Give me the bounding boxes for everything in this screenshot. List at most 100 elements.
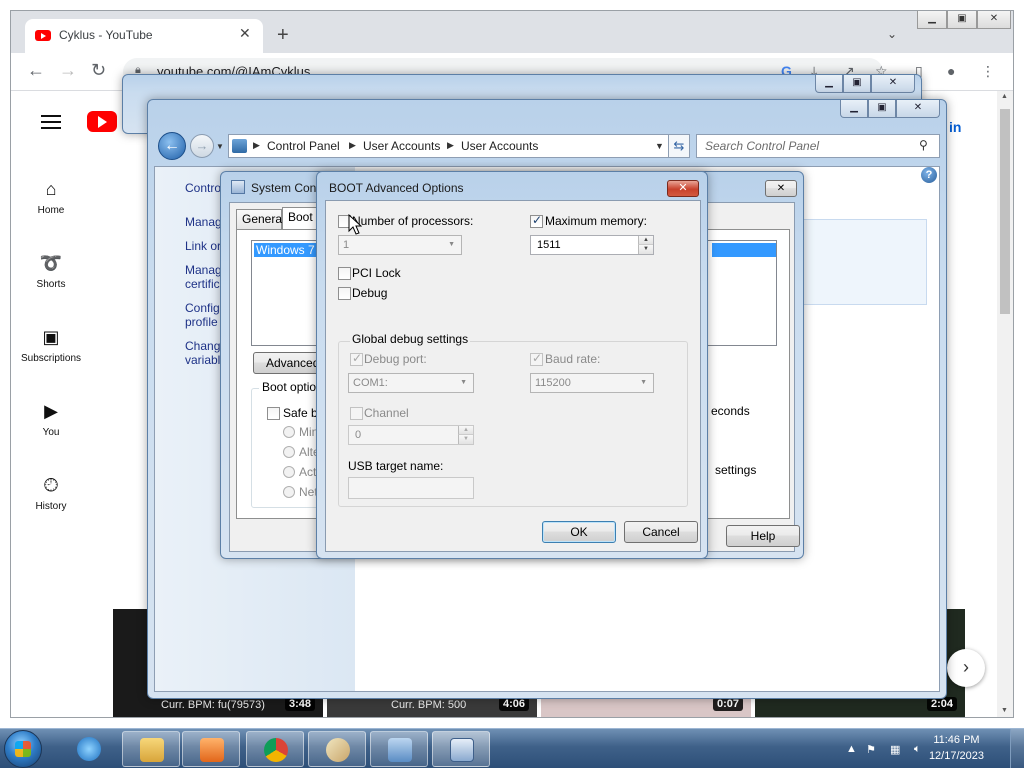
yt-nav-subscriptions[interactable]: ▣ Subscriptions [11,327,91,364]
radio-active-directory[interactable] [283,466,295,478]
profile-icon[interactable]: ● [947,63,955,79]
radio-alternate-shell[interactable] [283,446,295,458]
internet-explorer-icon [77,737,101,761]
pci-lock-checkbox[interactable] [338,267,351,280]
taskbar-control-panel[interactable] [370,731,428,767]
spin-up-icon[interactable]: ▲ [458,426,473,435]
baud-rate-checkbox[interactable] [530,351,543,366]
scrollbar-thumb[interactable] [1000,109,1010,314]
yt-nav-shorts[interactable]: ➰ Shorts [11,253,91,290]
browser-minimize-button[interactable]: ▁ [917,11,947,29]
task-link[interactable]: profile [185,315,218,329]
close-button[interactable]: ✕ [871,75,915,93]
task-link[interactable]: Manag [185,263,222,277]
action-center-icon[interactable]: ⚑ [866,743,876,756]
help-icon[interactable]: ? [921,167,937,183]
task-link[interactable]: Link or [185,239,221,253]
recent-pages-dropdown-icon[interactable]: ▼ [216,142,224,151]
debug-checkbox[interactable] [338,287,351,300]
forward-button[interactable]: → [190,134,214,158]
task-link[interactable]: Chang [185,339,220,353]
taskbar-internet-explorer[interactable] [60,731,118,767]
breadcrumb-user-accounts-current[interactable]: User Accounts [461,139,538,153]
browser-close-button[interactable]: ✕ [977,11,1011,29]
task-link[interactable]: variabl [185,353,220,367]
ok-button[interactable]: OK [542,521,616,543]
yt-nav-history[interactable]: 🕘︎ History [11,475,91,512]
chevron-right-icon[interactable]: ▶ [253,140,260,151]
taskbar-chrome[interactable] [246,731,304,767]
number-of-processors-select[interactable]: 1 ▼ [338,235,462,255]
minimize-button[interactable]: ▁ [840,100,868,118]
minimize-button[interactable]: ▁ [815,75,843,93]
browser-maximize-button[interactable]: ▣ [947,11,977,29]
page-scrollbar[interactable]: ▲ ▼ [997,91,1013,717]
browser-tab[interactable]: Cyklus - YouTube ✕ [25,19,263,53]
maximum-memory-stepper[interactable]: 1511 ▲ ▼ [530,235,654,255]
radio-network[interactable] [283,486,295,498]
taskbar-paint[interactable] [308,731,366,767]
channel-stepper[interactable]: 0 ▲ ▼ [348,425,474,445]
tab-general[interactable]: General [236,209,285,229]
close-button[interactable]: ✕ [765,180,797,197]
network-icon[interactable]: ▦ [890,743,900,756]
help-button[interactable]: Help [726,525,800,547]
chrome-icon [264,738,288,762]
spin-up-icon[interactable]: ▲ [638,236,653,245]
close-button[interactable]: ✕ [896,100,940,118]
taskbar-explorer[interactable] [122,731,180,767]
spin-down-icon[interactable]: ▼ [638,245,653,254]
task-link[interactable]: certific [185,277,220,291]
sign-in-fragment[interactable]: in [949,119,961,135]
task-link[interactable]: Manag [185,215,222,229]
carousel-next-icon[interactable]: › [947,649,985,687]
debug-port-select[interactable]: COM1: ▼ [348,373,474,393]
baud-rate-select[interactable]: 115200 ▼ [530,373,654,393]
start-button[interactable] [4,730,42,768]
search-icon[interactable]: ⚲ [919,138,928,152]
channel-checkbox[interactable] [350,407,363,420]
debug-port-checkbox[interactable] [350,351,363,366]
forward-arrow-icon[interactable]: → [59,61,77,79]
cancel-button[interactable]: Cancel [624,521,698,543]
back-button[interactable]: ← [158,132,186,160]
youtube-logo-icon[interactable] [87,111,117,132]
reload-icon[interactable]: ↻ [91,61,106,79]
scroll-down-icon[interactable]: ▼ [1001,707,1008,714]
explorer-nav-bar: ← → ▼ ▶ Control Panel ▶ User Accounts ▶ … [154,130,940,164]
new-tab-icon[interactable]: + [277,25,289,45]
system-clock[interactable]: 11:46 PM 12/17/2023 [929,732,984,764]
maximize-button[interactable]: ▣ [868,100,896,118]
search-input[interactable]: Search Control Panel ⚲ [696,134,940,158]
yt-nav-you[interactable]: ▶ You [11,401,91,438]
show-hidden-icons-icon[interactable]: ▲ [846,743,857,755]
address-bar[interactable]: ▶ Control Panel ▶ User Accounts ▶ User A… [228,134,672,158]
tab-close-icon[interactable]: ✕ [239,25,251,42]
volume-muted-icon[interactable]: 🔈︎ [914,743,921,756]
show-desktop-button[interactable] [1010,729,1024,768]
maximize-button[interactable]: ▣ [843,75,871,93]
refresh-icon[interactable]: ⇆ [668,134,690,158]
scroll-up-icon[interactable]: ▲ [1001,93,1008,100]
spin-down-icon[interactable]: ▼ [458,435,473,444]
taskbar-system-configuration[interactable] [432,731,490,767]
browser-menu-icon[interactable]: ⋮ [981,63,995,80]
maximum-memory-checkbox[interactable] [530,213,543,228]
usb-target-name-field[interactable] [348,477,474,499]
back-arrow-icon[interactable]: ← [27,61,45,79]
chevron-right-icon[interactable]: ▶ [447,140,454,151]
chevron-right-icon[interactable]: ▶ [349,140,356,151]
yt-nav-home[interactable]: ⌂ Home [11,179,91,216]
task-link[interactable]: Contro [185,181,221,195]
subscriptions-icon: ▣ [42,327,60,347]
taskbar-media-player[interactable] [182,731,240,767]
breadcrumb-control-panel[interactable]: Control Panel [267,139,340,153]
task-link[interactable]: Config [185,301,220,315]
safe-boot-checkbox[interactable] [267,407,280,420]
address-dropdown-icon[interactable]: ▼ [655,141,664,151]
dialog-close-button[interactable]: ✕ [667,180,699,197]
breadcrumb-user-accounts[interactable]: User Accounts [363,139,440,153]
tab-search-chevron-icon[interactable]: ⌄ [887,27,897,41]
hamburger-menu-icon[interactable] [41,115,61,129]
radio-minimal[interactable] [283,426,295,438]
